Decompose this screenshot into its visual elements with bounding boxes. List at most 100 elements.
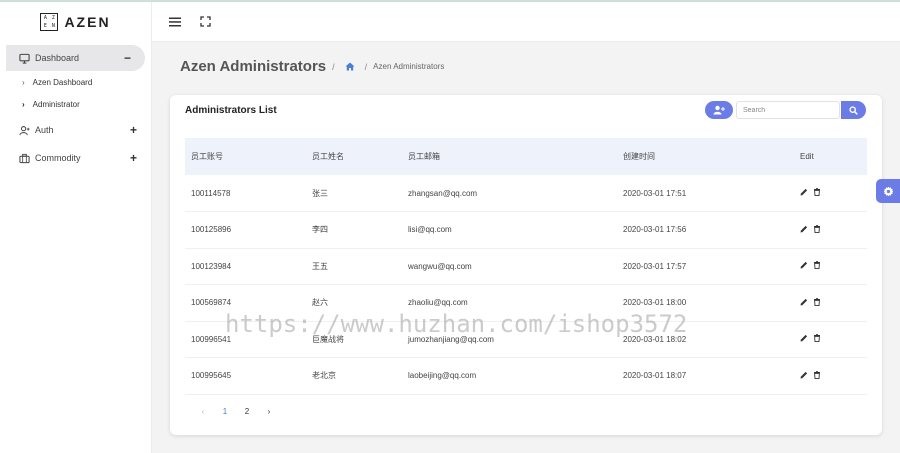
page-title: Azen Administrators xyxy=(180,58,327,75)
column-header: Edit xyxy=(800,152,814,161)
table-cell: 100114578 xyxy=(191,188,231,198)
table-row: 100125896 李四 lisi@qq.com 2020-03-01 17:56 xyxy=(185,212,867,249)
table-cell: lisi@qq.com xyxy=(408,225,452,235)
column-header[interactable]: 员工邮箱 xyxy=(402,138,617,175)
chevron-right-icon: › xyxy=(22,77,25,87)
page-button[interactable]: 2 xyxy=(236,407,258,416)
row-actions xyxy=(794,285,867,322)
row-actions xyxy=(794,321,867,358)
row-actions xyxy=(794,358,867,395)
table-cell: 2020-03-01 18:07 xyxy=(623,371,687,381)
sidebar-subitem-label: Administrator xyxy=(32,99,80,109)
home-icon[interactable] xyxy=(345,62,355,71)
table-cell: jumozhanjiang@qq.com xyxy=(408,334,494,344)
prev-page-button[interactable]: ‹ xyxy=(192,407,214,416)
breadcrumb-current: Azen Administrators xyxy=(373,62,445,71)
delete-icon[interactable] xyxy=(813,224,821,233)
column-header[interactable]: 创建时间 xyxy=(617,138,794,175)
column-header[interactable]: 员工账号 xyxy=(185,138,306,175)
menu-icon[interactable] xyxy=(168,15,182,29)
sidebar-subitem-azen-dashboard[interactable]: › Azen Dashboard xyxy=(0,71,151,93)
edit-icon[interactable] xyxy=(800,334,808,342)
sidebar: A Z E N AZEN Dashboard − › Azen Dashboar… xyxy=(0,2,152,453)
sidebar-item-auth[interactable]: Auth + xyxy=(0,117,151,143)
edit-icon[interactable] xyxy=(800,261,808,269)
table-cell: zhangsan@qq.com xyxy=(408,188,478,198)
logo-letter: Z xyxy=(51,15,55,21)
sidebar-item-label: Dashboard xyxy=(35,53,80,63)
monitor-icon xyxy=(18,52,30,64)
top-header xyxy=(152,2,900,42)
logo-letter: A xyxy=(43,15,47,21)
table-cell: 100569874 xyxy=(191,298,232,308)
table-cell: 2020-03-01 18:02 xyxy=(623,334,687,344)
table-cell: 李四 xyxy=(312,225,328,235)
sidebar-item-label: Commodity xyxy=(35,153,81,163)
table-row: 100569874 赵六 zhaoliu@qq.com 2020-03-01 18:0… xyxy=(185,285,867,322)
add-user-icon xyxy=(713,105,725,115)
delete-icon[interactable] xyxy=(813,370,821,379)
sidebar-item-commodity[interactable]: Commodity + xyxy=(0,145,151,171)
search-input[interactable] xyxy=(736,101,840,119)
table-cell: 老北京 xyxy=(312,371,336,381)
delete-icon[interactable] xyxy=(813,334,821,343)
administrators-card: Administrators List 员工账号 员工姓名 员工邮箱 创建时间 … xyxy=(170,95,882,435)
table-cell: laobeijing@qq.com xyxy=(408,371,477,381)
breadcrumb-separator: / xyxy=(364,61,368,72)
row-actions xyxy=(794,175,867,212)
delete-icon[interactable] xyxy=(813,261,821,270)
table-cell: 巨魔战将 xyxy=(312,334,344,344)
breadcrumb-separator: / xyxy=(332,61,335,72)
briefcase-icon xyxy=(18,152,30,164)
expand-toggle[interactable]: + xyxy=(130,151,137,165)
settings-button[interactable] xyxy=(876,179,900,203)
sidebar-item-dashboard[interactable]: Dashboard − xyxy=(6,45,145,71)
card-title: Administrators List xyxy=(185,105,277,116)
table-cell: 100123984 xyxy=(191,261,232,271)
table-cell: zhaoliu@qq.com xyxy=(408,298,468,308)
pagination: ‹ 1 2 › xyxy=(192,407,280,416)
table-row: 100996541 巨魔战将 jumozhanjiang@qq.com 2020-03… xyxy=(185,321,867,358)
table-cell: 王五 xyxy=(312,261,328,271)
logo[interactable]: A Z E N AZEN xyxy=(0,2,151,42)
sidebar-subitem-administrator[interactable]: › Administrator xyxy=(0,93,151,115)
logo-letter: E xyxy=(43,23,47,29)
edit-icon[interactable] xyxy=(800,371,808,379)
edit-icon[interactable] xyxy=(800,225,808,233)
add-user-button[interactable] xyxy=(705,101,733,119)
table-cell: 100125896 xyxy=(191,225,232,235)
table-cell: 2020-03-01 18:00 xyxy=(623,298,687,308)
delete-icon[interactable] xyxy=(813,188,821,196)
edit-icon[interactable] xyxy=(800,298,808,306)
table-header-row: 员工账号 员工姓名 员工邮箱 创建时间 Edit xyxy=(185,138,867,175)
user-icon xyxy=(18,124,30,136)
next-page-button[interactable]: › xyxy=(258,407,280,416)
table-cell: 100996541 xyxy=(191,334,232,344)
logo-letter: N xyxy=(51,23,55,29)
chevron-right-icon: › xyxy=(22,99,25,109)
edit-icon[interactable] xyxy=(800,188,808,196)
expand-toggle[interactable]: + xyxy=(130,123,137,137)
administrators-table: 员工账号 员工姓名 员工邮箱 创建时间 Edit 100114578 张三 zhan… xyxy=(185,138,867,395)
row-actions xyxy=(794,248,867,285)
table-cell: 2020-03-01 17:57 xyxy=(623,261,687,271)
table-cell: 张三 xyxy=(312,188,328,198)
brand-name: AZEN xyxy=(64,14,111,30)
table-cell: 赵六 xyxy=(312,298,328,308)
fullscreen-icon[interactable] xyxy=(198,15,212,29)
delete-icon[interactable] xyxy=(813,297,821,306)
collapse-toggle[interactable]: − xyxy=(124,51,131,65)
row-actions xyxy=(794,212,867,249)
search-button[interactable] xyxy=(841,101,866,119)
table-cell: 2020-03-01 17:51 xyxy=(623,188,687,198)
page-button[interactable]: 1 xyxy=(214,407,236,416)
table-row: 100123984 王五 wangwu@qq.com 2020-03-01 17:57 xyxy=(185,248,867,285)
search-icon xyxy=(849,105,858,115)
table-cell: 100995645 xyxy=(191,371,232,381)
table-cell: 2020-03-01 17:56 xyxy=(623,225,687,235)
page-heading: Azen Administrators / / Azen Administrat… xyxy=(180,58,444,75)
table-row: 100995645 老北京 laobeijing@qq.com 2020-03-01 … xyxy=(185,358,867,395)
logo-mark: A Z E N xyxy=(40,13,59,31)
gear-icon xyxy=(883,186,894,197)
column-header[interactable]: 员工姓名 xyxy=(306,138,402,175)
